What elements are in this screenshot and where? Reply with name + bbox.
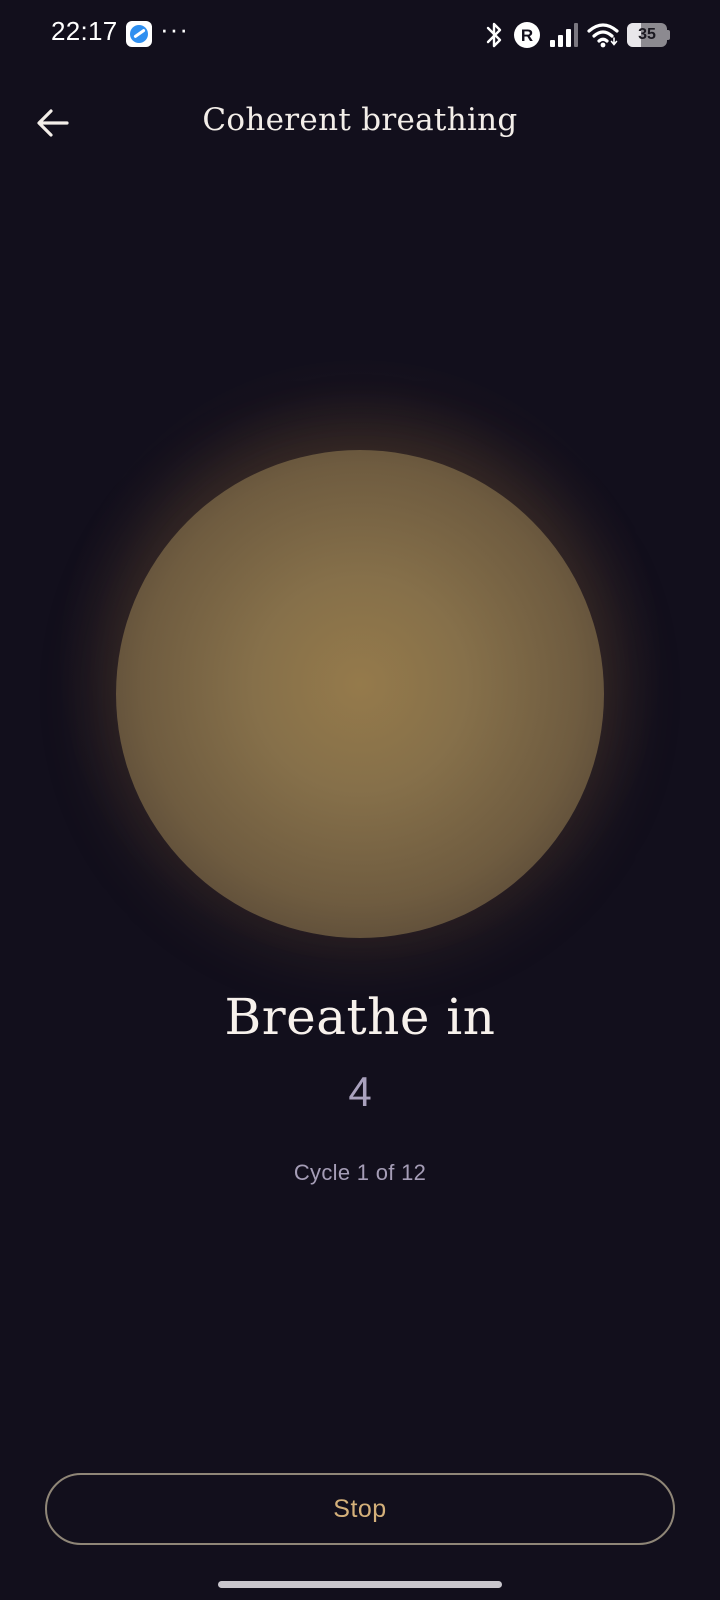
stop-button[interactable]: Stop	[45, 1473, 675, 1545]
battery-icon: 35	[627, 23, 667, 47]
page-title: Coherent breathing	[202, 102, 518, 138]
app-notification-icon	[126, 21, 152, 47]
signal-icon	[550, 23, 578, 47]
roaming-icon: R	[514, 22, 540, 48]
more-notifications-indicator: ···	[160, 14, 189, 44]
breathing-orb	[116, 450, 604, 938]
battery-tip	[667, 30, 670, 40]
wifi-icon	[587, 23, 619, 48]
breath-countdown: 4	[348, 1068, 372, 1115]
battery-level: 35	[638, 26, 656, 43]
svg-text:R: R	[521, 26, 533, 45]
status-icons: R 35	[483, 20, 670, 50]
home-indicator[interactable]	[218, 1581, 502, 1588]
breath-phase-label: Breathe in	[224, 988, 496, 1046]
status-bar: 22:17 ··· R 35	[0, 0, 720, 72]
cycle-progress-text: Cycle 1 of 12	[293, 1160, 427, 1185]
status-time: 22:17	[51, 16, 118, 46]
stop-button-label: Stop	[333, 1494, 387, 1523]
bluetooth-icon	[486, 22, 502, 48]
